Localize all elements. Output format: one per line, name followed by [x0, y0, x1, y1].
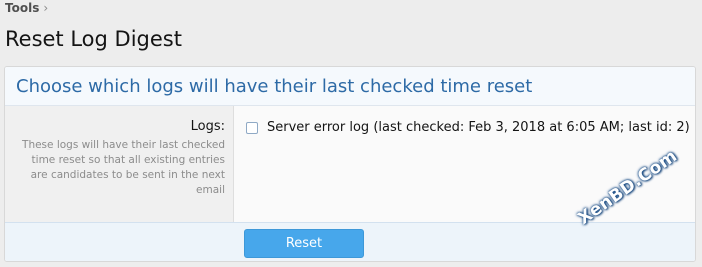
reset-form-block: Choose which logs will have their last c… — [4, 66, 696, 262]
form-footer: Reset — [5, 222, 695, 261]
server-error-log-checkbox[interactable] — [246, 121, 258, 134]
field-input-column: Server error log (last checked: Feb 3, 2… — [235, 106, 695, 222]
logs-field-label: Logs: — [190, 119, 225, 134]
breadcrumb-tools-link[interactable]: Tools — [5, 1, 39, 15]
server-error-log-label[interactable]: Server error log (last checked: Feb 3, 2… — [267, 120, 690, 135]
chevron-right-icon: › — [43, 1, 49, 15]
reset-button[interactable]: Reset — [244, 229, 364, 258]
logs-field-hint: These logs will have their last checked … — [22, 139, 225, 196]
block-header: Choose which logs will have their last c… — [5, 67, 695, 106]
breadcrumb: Tools › — [5, 1, 48, 15]
server-error-log-option[interactable]: Server error log (last checked: Feb 3, 2… — [246, 120, 690, 135]
field-label-column: Logs: These logs will have their last ch… — [5, 106, 234, 222]
page-title: Reset Log Digest — [5, 27, 182, 51]
